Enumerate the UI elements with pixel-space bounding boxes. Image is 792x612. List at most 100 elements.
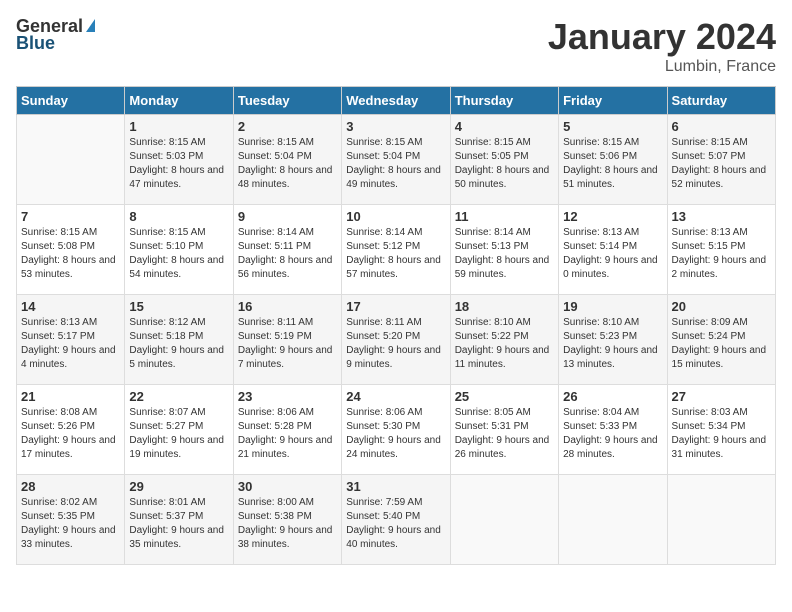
day-detail: Sunrise: 8:13 AMSunset: 5:14 PMDaylight:…: [563, 226, 662, 282]
day-detail: Sunrise: 7:59 AMSunset: 5:40 PMDaylight:…: [346, 496, 445, 552]
calendar-cell: 18Sunrise: 8:10 AMSunset: 5:22 PMDayligh…: [450, 295, 558, 385]
calendar-cell: [17, 115, 125, 205]
calendar-cell: 14Sunrise: 8:13 AMSunset: 5:17 PMDayligh…: [17, 295, 125, 385]
calendar-cell: [559, 475, 667, 565]
day-detail: Sunrise: 8:08 AMSunset: 5:26 PMDaylight:…: [21, 406, 120, 462]
calendar-cell: 17 Sunrise: 8:11 AMSunset: 5:20 PMDayligh…: [342, 295, 450, 385]
day-number: 1: [129, 119, 228, 134]
day-number: 13: [672, 209, 771, 224]
day-number: 29: [129, 479, 228, 494]
weekday-header-tuesday: Tuesday: [233, 87, 341, 115]
day-number: 25: [455, 389, 554, 404]
calendar-cell: [667, 475, 775, 565]
calendar-cell: 28 Sunrise: 8:02 AMSunset: 5:35 PMDayligh…: [17, 475, 125, 565]
day-number: 7: [21, 209, 120, 224]
calendar-table: SundayMondayTuesdayWednesdayThursdayFrid…: [16, 86, 776, 565]
day-detail: Sunrise: 8:14 AMSunset: 5:13 PMDaylight:…: [455, 226, 554, 282]
header: General Blue January 2024 Lumbin, France: [16, 16, 776, 76]
day-number: 5: [563, 119, 662, 134]
calendar-cell: 6 Sunrise: 8:15 AMSunset: 5:07 PMDaylight…: [667, 115, 775, 205]
logo-blue-text: Blue: [16, 33, 55, 54]
day-number: 17: [346, 299, 445, 314]
calendar-cell: 29 Sunrise: 8:01 AMSunset: 5:37 PMDayligh…: [125, 475, 233, 565]
day-detail: Sunrise: 8:00 AMSunset: 5:38 PMDaylight:…: [238, 496, 337, 552]
day-detail: Sunrise: 8:10 AMSunset: 5:22 PMDaylight:…: [455, 316, 554, 372]
calendar-week-4: 21 Sunrise: 8:08 AMSunset: 5:26 PMDayligh…: [17, 385, 776, 475]
day-detail: Sunrise: 8:09 AMSunset: 5:24 PMDaylight:…: [672, 316, 771, 372]
day-number: 31: [346, 479, 445, 494]
day-detail: Sunrise: 8:15 AMSunset: 5:03 PMDaylight:…: [129, 136, 228, 192]
calendar-cell: 5 Sunrise: 8:15 AMSunset: 5:06 PMDaylight…: [559, 115, 667, 205]
day-number: 20: [672, 299, 771, 314]
day-detail: Sunrise: 8:01 AMSunset: 5:37 PMDaylight:…: [129, 496, 228, 552]
calendar-cell: 15 Sunrise: 8:12 AMSunset: 5:18 PMDayligh…: [125, 295, 233, 385]
calendar-cell: 21 Sunrise: 8:08 AMSunset: 5:26 PMDayligh…: [17, 385, 125, 475]
calendar-cell: 27 Sunrise: 8:03 AMSunset: 5:34 PMDayligh…: [667, 385, 775, 475]
day-detail: Sunrise: 8:06 AMSunset: 5:28 PMDaylight:…: [238, 406, 337, 462]
calendar-week-5: 28 Sunrise: 8:02 AMSunset: 5:35 PMDayligh…: [17, 475, 776, 565]
day-number: 22: [129, 389, 228, 404]
calendar-week-3: 14Sunrise: 8:13 AMSunset: 5:17 PMDayligh…: [17, 295, 776, 385]
calendar-cell: 13 Sunrise: 8:13 AMSunset: 5:15 PMDayligh…: [667, 205, 775, 295]
calendar-cell: 19 Sunrise: 8:10 AMSunset: 5:23 PMDayligh…: [559, 295, 667, 385]
weekday-header-wednesday: Wednesday: [342, 87, 450, 115]
day-number: 15: [129, 299, 228, 314]
day-number: 9: [238, 209, 337, 224]
day-number: 3: [346, 119, 445, 134]
day-number: 10: [346, 209, 445, 224]
day-number: 4: [455, 119, 554, 134]
day-detail: Sunrise: 8:02 AMSunset: 5:35 PMDaylight:…: [21, 496, 120, 552]
calendar-cell: 30Sunrise: 8:00 AMSunset: 5:38 PMDayligh…: [233, 475, 341, 565]
day-detail: Sunrise: 8:15 AMSunset: 5:04 PMDaylight:…: [346, 136, 445, 192]
day-number: 28: [21, 479, 120, 494]
day-detail: Sunrise: 8:06 AMSunset: 5:30 PMDaylight:…: [346, 406, 445, 462]
day-detail: Sunrise: 8:03 AMSunset: 5:34 PMDaylight:…: [672, 406, 771, 462]
calendar-cell: 20 Sunrise: 8:09 AMSunset: 5:24 PMDayligh…: [667, 295, 775, 385]
day-number: 21: [21, 389, 120, 404]
calendar-body: 1 Sunrise: 8:15 AMSunset: 5:03 PMDaylight…: [17, 115, 776, 565]
day-detail: Sunrise: 8:15 AMSunset: 5:05 PMDaylight:…: [455, 136, 554, 192]
day-detail: Sunrise: 8:07 AMSunset: 5:27 PMDaylight:…: [129, 406, 228, 462]
calendar-cell: 24Sunrise: 8:06 AMSunset: 5:30 PMDayligh…: [342, 385, 450, 475]
calendar-cell: 12Sunrise: 8:13 AMSunset: 5:14 PMDayligh…: [559, 205, 667, 295]
day-detail: Sunrise: 8:15 AMSunset: 5:06 PMDaylight:…: [563, 136, 662, 192]
day-detail: Sunrise: 8:13 AMSunset: 5:15 PMDaylight:…: [672, 226, 771, 282]
calendar-cell: 25Sunrise: 8:05 AMSunset: 5:31 PMDayligh…: [450, 385, 558, 475]
calendar-cell: 26Sunrise: 8:04 AMSunset: 5:33 PMDayligh…: [559, 385, 667, 475]
weekday-header-saturday: Saturday: [667, 87, 775, 115]
day-detail: Sunrise: 8:15 AMSunset: 5:07 PMDaylight:…: [672, 136, 771, 192]
calendar-cell: 7 Sunrise: 8:15 AMSunset: 5:08 PMDaylight…: [17, 205, 125, 295]
calendar-cell: 3 Sunrise: 8:15 AMSunset: 5:04 PMDaylight…: [342, 115, 450, 205]
calendar-cell: 22 Sunrise: 8:07 AMSunset: 5:27 PMDayligh…: [125, 385, 233, 475]
calendar-week-2: 7 Sunrise: 8:15 AMSunset: 5:08 PMDaylight…: [17, 205, 776, 295]
logo: General Blue: [16, 16, 95, 54]
calendar-week-1: 1 Sunrise: 8:15 AMSunset: 5:03 PMDaylight…: [17, 115, 776, 205]
weekday-header-monday: Monday: [125, 87, 233, 115]
calendar-cell: 10 Sunrise: 8:14 AMSunset: 5:12 PMDayligh…: [342, 205, 450, 295]
day-number: 11: [455, 209, 554, 224]
weekday-header-friday: Friday: [559, 87, 667, 115]
day-detail: Sunrise: 8:14 AMSunset: 5:11 PMDaylight:…: [238, 226, 337, 282]
calendar-cell: 16 Sunrise: 8:11 AMSunset: 5:19 PMDayligh…: [233, 295, 341, 385]
weekday-header-thursday: Thursday: [450, 87, 558, 115]
logo-triangle-icon: [86, 19, 95, 32]
day-detail: Sunrise: 8:11 AMSunset: 5:19 PMDaylight:…: [238, 316, 337, 372]
day-number: 6: [672, 119, 771, 134]
day-number: 27: [672, 389, 771, 404]
day-detail: Sunrise: 8:10 AMSunset: 5:23 PMDaylight:…: [563, 316, 662, 372]
calendar-cell: 11 Sunrise: 8:14 AMSunset: 5:13 PMDayligh…: [450, 205, 558, 295]
weekday-header-sunday: Sunday: [17, 87, 125, 115]
day-detail: Sunrise: 8:14 AMSunset: 5:12 PMDaylight:…: [346, 226, 445, 282]
day-detail: Sunrise: 8:12 AMSunset: 5:18 PMDaylight:…: [129, 316, 228, 372]
title-section: January 2024 Lumbin, France: [548, 16, 776, 76]
day-detail: Sunrise: 8:11 AMSunset: 5:20 PMDaylight:…: [346, 316, 445, 372]
calendar-cell: 2Sunrise: 8:15 AMSunset: 5:04 PMDaylight…: [233, 115, 341, 205]
day-number: 16: [238, 299, 337, 314]
day-number: 26: [563, 389, 662, 404]
day-number: 8: [129, 209, 228, 224]
day-number: 19: [563, 299, 662, 314]
day-number: 14: [21, 299, 120, 314]
day-detail: Sunrise: 8:15 AMSunset: 5:10 PMDaylight:…: [129, 226, 228, 282]
day-number: 2: [238, 119, 337, 134]
day-detail: Sunrise: 8:15 AMSunset: 5:08 PMDaylight:…: [21, 226, 120, 282]
